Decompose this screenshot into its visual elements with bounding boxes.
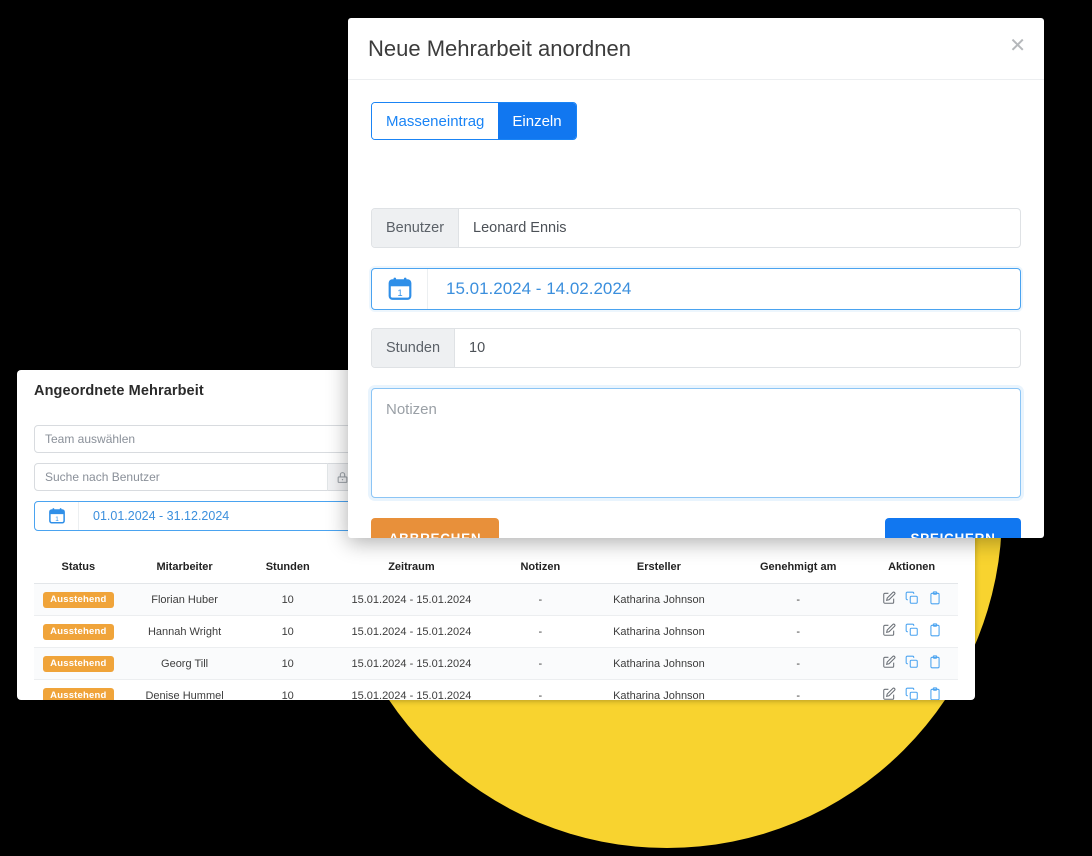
tab-einzeln-label: Einzeln [512,113,561,130]
modal-header: Neue Mehrarbeit anordnen ✕ [348,18,1044,80]
entry-mode-tabs: Masseneintrag Einzeln [371,102,577,140]
status-badge: Ausstehend [43,592,113,608]
cell-genehmigt-am: - [731,680,865,701]
date-range-value-modal: 15.01.2024 - 14.02.2024 [446,279,631,299]
new-overtime-modal: Neue Mehrarbeit anordnen ✕ Masseneintrag… [348,18,1044,538]
benutzer-label: Benutzer [372,209,459,247]
cell-notizen: - [494,680,587,701]
table-row[interactable]: Ausstehend Georg Till 10 15.01.2024 - 15… [34,648,958,680]
cell-notizen: - [494,616,587,648]
stunden-label: Stunden [372,329,455,367]
cell-stunden: 10 [246,616,329,648]
date-range-value-list: 01.01.2024 - 31.12.2024 [93,509,229,523]
table-header-row: Status Mitarbeiter Stunden Zeitraum Noti… [34,555,958,584]
cell-ersteller: Katharina Johnson [587,584,731,616]
cell-stunden: 10 [246,648,329,680]
calendar-icon: 1 [35,502,79,530]
screenshot-stage: Angeordnete Mehrarbeit Team auswählen Su… [0,0,1092,856]
cell-zeitraum: 15.01.2024 - 15.01.2024 [329,680,494,701]
edit-icon[interactable] [882,623,896,640]
cell-ersteller: Katharina Johnson [587,680,731,701]
column-header-ersteller[interactable]: Ersteller [587,555,731,584]
cell-ersteller: Katharina Johnson [587,648,731,680]
column-header-notizen[interactable]: Notizen [494,555,587,584]
cell-aktionen [865,584,958,616]
cell-aktionen [865,680,958,701]
date-range-picker-modal[interactable]: 1 15.01.2024 - 14.02.2024 [371,268,1021,310]
edit-icon[interactable] [882,591,896,608]
edit-icon[interactable] [882,687,896,700]
column-header-stunden[interactable]: Stunden [246,555,329,584]
table-row[interactable]: Ausstehend Florian Huber 10 15.01.2024 -… [34,584,958,616]
column-header-mitarbeiter[interactable]: Mitarbeiter [123,555,247,584]
stunden-input[interactable]: 10 [455,329,1020,367]
notes-textarea[interactable]: Notizen [371,388,1021,498]
benutzer-input[interactable]: Leonard Ennis [459,209,1020,247]
cell-stunden: 10 [246,680,329,701]
cell-genehmigt-am: - [731,584,865,616]
cell-zeitraum: 15.01.2024 - 15.01.2024 [329,616,494,648]
cell-mitarbeiter: Denise Hummel [123,680,247,701]
table-row[interactable]: Ausstehend Hannah Wright 10 15.01.2024 -… [34,616,958,648]
save-button-label: SPEICHERN [910,531,995,539]
overtime-table: Status Mitarbeiter Stunden Zeitraum Noti… [34,555,958,700]
copy-icon[interactable] [905,655,919,672]
svg-text:1: 1 [55,516,59,523]
copy-icon[interactable] [905,687,919,700]
cell-mitarbeiter: Hannah Wright [123,616,247,648]
cancel-button-label: ABBRECHEN [389,531,482,539]
clipboard-icon[interactable] [928,655,942,672]
calendar-icon: 1 [372,269,428,309]
stunden-field-group[interactable]: Stunden 10 [371,328,1021,368]
status-badge: Ausstehend [43,688,113,701]
close-icon[interactable]: ✕ [1009,36,1026,56]
clipboard-icon[interactable] [928,623,942,640]
cell-aktionen [865,648,958,680]
tab-einzeln[interactable]: Einzeln [498,103,575,139]
save-button[interactable]: SPEICHERN [885,518,1021,538]
cell-mitarbeiter: Georg Till [123,648,247,680]
cell-zeitraum: 15.01.2024 - 15.01.2024 [329,584,494,616]
user-search-input[interactable]: Suche nach Benutzer [34,463,358,491]
column-header-zeitraum[interactable]: Zeitraum [329,555,494,584]
cell-status: Ausstehend [34,616,123,648]
team-select-placeholder: Team auswählen [45,432,135,446]
team-select[interactable]: Team auswählen [34,425,358,453]
cell-notizen: - [494,584,587,616]
tab-masseneintrag[interactable]: Masseneintrag [372,103,498,139]
cancel-button[interactable]: ABBRECHEN [371,518,499,538]
edit-icon[interactable] [882,655,896,672]
cell-zeitraum: 15.01.2024 - 15.01.2024 [329,648,494,680]
cell-status: Ausstehend [34,584,123,616]
page-title: Angeordnete Mehrarbeit [34,383,204,399]
table-row[interactable]: Ausstehend Denise Hummel 10 15.01.2024 -… [34,680,958,701]
cell-genehmigt-am: - [731,616,865,648]
clipboard-icon[interactable] [928,687,942,700]
column-header-status[interactable]: Status [34,555,123,584]
clipboard-icon[interactable] [928,591,942,608]
column-header-aktionen: Aktionen [865,555,958,584]
cell-aktionen [865,616,958,648]
cell-status: Ausstehend [34,680,123,701]
benutzer-field-group[interactable]: Benutzer Leonard Ennis [371,208,1021,248]
notes-placeholder: Notizen [386,401,437,418]
cell-mitarbeiter: Florian Huber [123,584,247,616]
tab-masseneintrag-label: Masseneintrag [386,113,484,130]
status-badge: Ausstehend [43,656,113,672]
copy-icon[interactable] [905,623,919,640]
column-header-genehmigt-am[interactable]: Genehmigt am [731,555,865,584]
cell-status: Ausstehend [34,648,123,680]
copy-icon[interactable] [905,591,919,608]
cell-notizen: - [494,648,587,680]
cell-genehmigt-am: - [731,648,865,680]
cell-stunden: 10 [246,584,329,616]
user-search-placeholder: Suche nach Benutzer [45,470,160,484]
cell-ersteller: Katharina Johnson [587,616,731,648]
status-badge: Ausstehend [43,624,113,640]
modal-title: Neue Mehrarbeit anordnen [368,36,631,62]
svg-text:1: 1 [397,288,402,298]
